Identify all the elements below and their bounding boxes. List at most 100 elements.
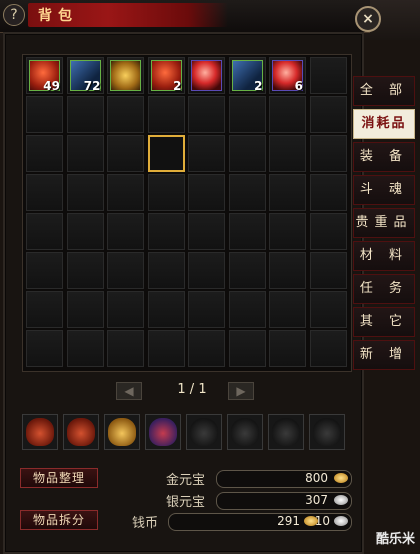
category-tab[interactable]: 贵重品 <box>353 208 415 238</box>
item-quantity: 72 <box>83 79 101 93</box>
inventory-slot[interactable] <box>107 96 144 133</box>
category-tab[interactable]: 任 务 <box>353 274 415 304</box>
inventory-slot[interactable] <box>188 291 225 328</box>
close-button[interactable]: × <box>355 6 381 32</box>
inventory-slot[interactable] <box>26 174 63 211</box>
inventory-slot[interactable] <box>309 96 347 133</box>
inventory-slot[interactable] <box>26 291 63 328</box>
inventory-slot[interactable] <box>147 330 185 367</box>
inventory-slot[interactable] <box>107 135 144 172</box>
inventory-slot[interactable] <box>188 174 225 211</box>
red-orb-icon[interactable] <box>191 60 222 91</box>
coin-label: 钱币 <box>132 516 159 531</box>
inventory-slot[interactable] <box>107 57 144 94</box>
bag-slot[interactable] <box>104 414 140 450</box>
coin-value: 291 <box>277 514 300 528</box>
empty-bag-icon <box>190 418 218 446</box>
inventory-slot[interactable] <box>66 252 104 289</box>
bag-slot[interactable] <box>186 414 222 450</box>
inventory-slot[interactable] <box>147 213 185 250</box>
watermark-text: 酷乐米 <box>376 532 416 547</box>
inventory-slot[interactable] <box>66 291 104 328</box>
inventory-slot[interactable] <box>66 96 104 133</box>
inventory-slot[interactable]: 6 <box>269 57 306 94</box>
bag-slot[interactable] <box>145 414 181 450</box>
inventory-slot[interactable] <box>309 291 347 328</box>
inventory-slot[interactable] <box>188 135 225 172</box>
inventory-slot[interactable] <box>309 213 347 250</box>
inventory-slot[interactable] <box>228 252 266 289</box>
inventory-slot[interactable] <box>309 174 347 211</box>
bag-slot[interactable] <box>309 414 345 450</box>
treasure-chest-icon[interactable] <box>110 60 141 91</box>
inventory-slot[interactable] <box>107 174 144 211</box>
inventory-slot[interactable]: 49 <box>26 57 63 94</box>
inventory-slot[interactable] <box>66 330 104 367</box>
inventory-slot[interactable] <box>309 57 347 94</box>
category-tab[interactable]: 斗 魂 <box>353 175 415 205</box>
inventory-slot[interactable] <box>26 135 63 172</box>
category-tab[interactable]: 装 备 <box>353 142 415 172</box>
inventory-slot[interactable] <box>188 252 225 289</box>
inventory-slot[interactable] <box>147 252 185 289</box>
inventory-slot[interactable] <box>107 252 144 289</box>
inventory-slot[interactable] <box>188 330 225 367</box>
inventory-slot[interactable] <box>309 135 347 172</box>
inventory-slot-selected[interactable] <box>147 135 185 172</box>
category-tab[interactable]: 材 料 <box>353 241 415 271</box>
inventory-slot[interactable] <box>228 291 266 328</box>
inventory-slot[interactable] <box>228 96 266 133</box>
inventory-slot[interactable] <box>107 291 144 328</box>
inventory-slot[interactable]: 2 <box>228 57 266 94</box>
silver-ingot-value: 307 <box>305 493 328 507</box>
inventory-slot[interactable] <box>228 213 266 250</box>
bag-slot[interactable] <box>268 414 304 450</box>
bag-slot[interactable] <box>22 414 58 450</box>
inventory-slot[interactable] <box>26 213 63 250</box>
inventory-slot[interactable] <box>269 96 306 133</box>
inventory-slot[interactable] <box>188 213 225 250</box>
category-tab[interactable]: 新 增 <box>353 340 415 370</box>
inventory-slot[interactable] <box>66 135 104 172</box>
inventory-slot[interactable] <box>269 330 306 367</box>
category-tab[interactable]: 消耗品 <box>353 109 415 139</box>
inventory-slot[interactable]: 72 <box>66 57 104 94</box>
category-tab[interactable]: 全 部 <box>353 76 415 106</box>
inventory-slot[interactable] <box>147 96 185 133</box>
inventory-slot[interactable]: 2 <box>147 57 185 94</box>
inventory-slot[interactable] <box>228 174 266 211</box>
silver-ingot-icon <box>334 495 348 505</box>
bag-slot[interactable] <box>63 414 99 450</box>
prev-page-button[interactable]: ◀ <box>116 382 142 400</box>
inventory-slot[interactable] <box>269 213 306 250</box>
bag-slot[interactable] <box>227 414 263 450</box>
inventory-slot[interactable] <box>269 291 306 328</box>
inventory-slot[interactable] <box>269 252 306 289</box>
inventory-slot[interactable] <box>188 57 225 94</box>
next-page-button[interactable]: ▶ <box>228 382 254 400</box>
inventory-slot[interactable] <box>107 213 144 250</box>
inventory-slot[interactable] <box>309 252 347 289</box>
inventory-slot[interactable] <box>269 174 306 211</box>
inventory-slot[interactable] <box>66 213 104 250</box>
inventory-slot[interactable] <box>26 96 63 133</box>
page-indicator: 1 / 1 <box>177 382 207 397</box>
inventory-slot[interactable] <box>228 135 266 172</box>
inventory-slot[interactable] <box>269 135 306 172</box>
inventory-slot[interactable] <box>66 174 104 211</box>
split-items-button[interactable]: 物品拆分 <box>20 510 98 530</box>
inventory-slot[interactable] <box>147 174 185 211</box>
inventory-slot[interactable] <box>26 252 63 289</box>
inventory-slot[interactable] <box>26 330 63 367</box>
sort-items-button[interactable]: 物品整理 <box>20 468 98 488</box>
help-icon[interactable]: ? <box>3 4 25 26</box>
inventory-slot[interactable] <box>147 291 185 328</box>
title-bar: ? 背包 <box>0 0 370 33</box>
coin-value-secondary: 10 <box>314 514 330 528</box>
inventory-slot[interactable] <box>309 330 347 367</box>
category-tab[interactable]: 其 它 <box>353 307 415 337</box>
inventory-slot[interactable] <box>188 96 225 133</box>
inventory-slot[interactable] <box>228 330 266 367</box>
inventory-slot[interactable] <box>107 330 144 367</box>
empty-bag-icon <box>313 418 341 446</box>
